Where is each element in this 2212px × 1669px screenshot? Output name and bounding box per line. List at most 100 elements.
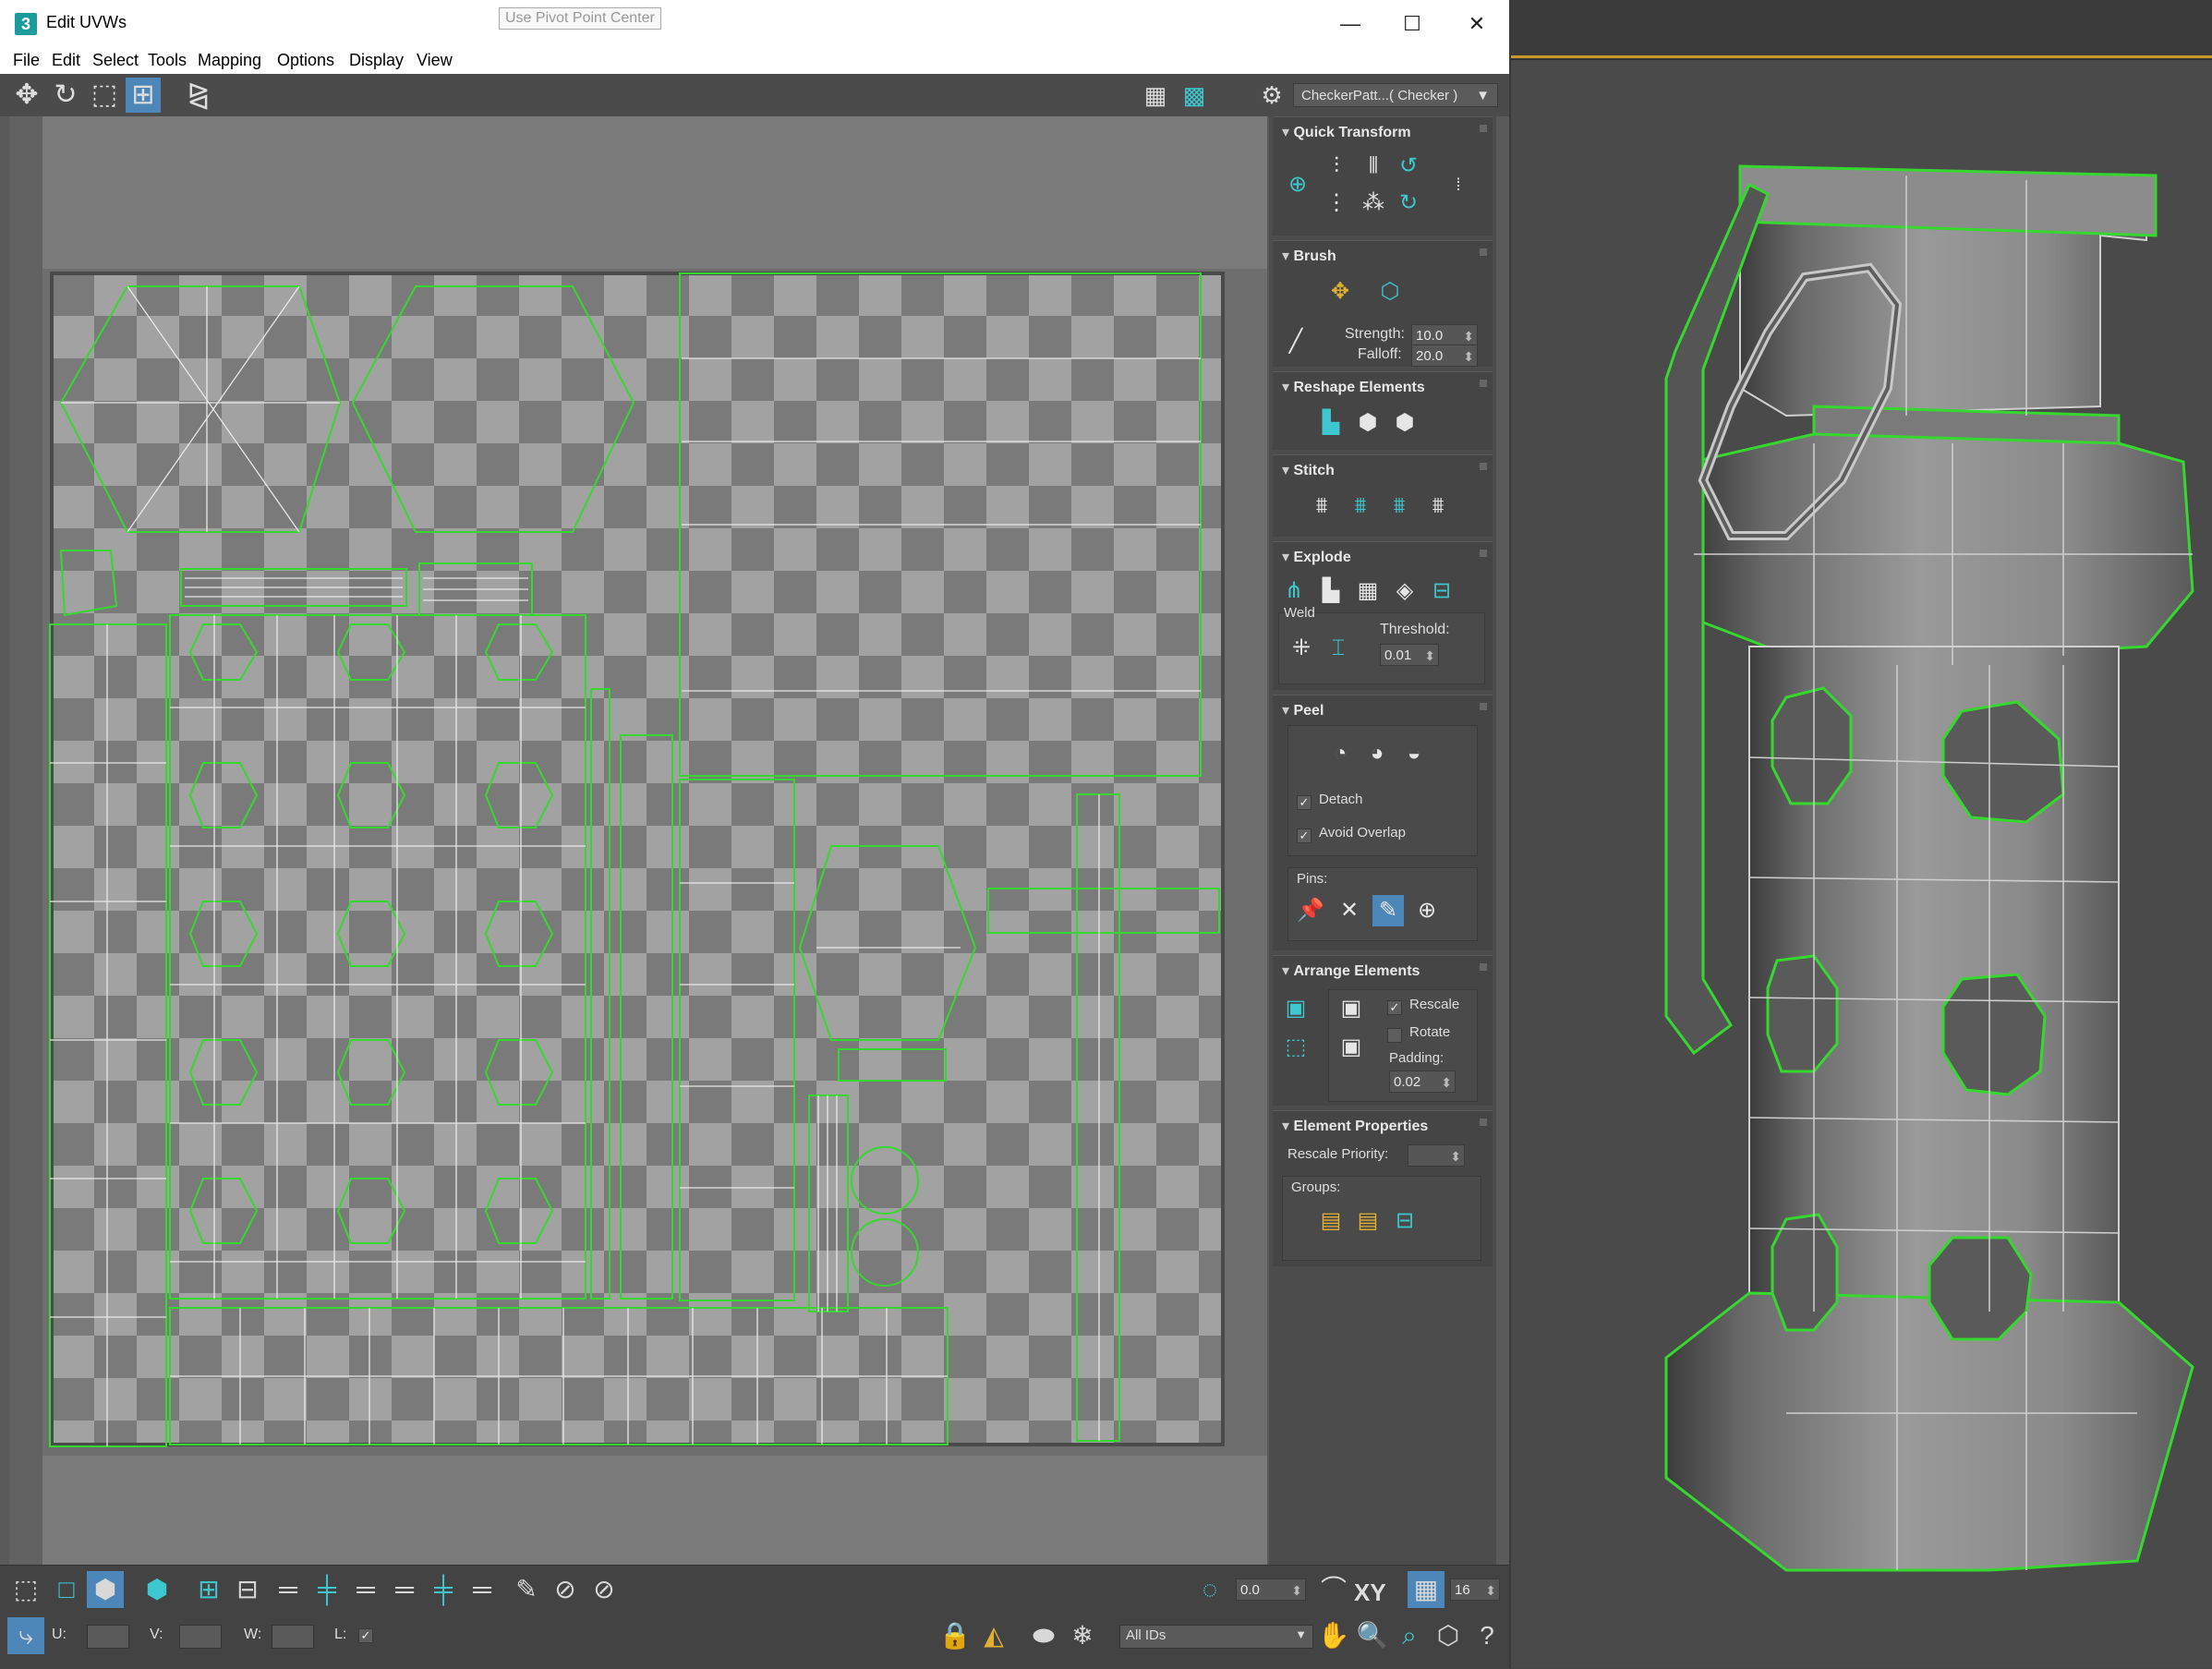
- flatten-settings-icon[interactable]: ⊟: [1426, 575, 1457, 607]
- freeze-icon[interactable]: ❄: [1064, 1617, 1101, 1654]
- freeform-icon[interactable]: ⊞: [126, 78, 161, 113]
- falloff-spinner[interactable]: 20.0: [1411, 345, 1478, 368]
- u-field[interactable]: [87, 1625, 129, 1649]
- menu-select[interactable]: Select: [92, 51, 139, 70]
- lock-selection-icon[interactable]: 🔒: [937, 1617, 973, 1654]
- menu-edit[interactable]: Edit: [52, 51, 80, 70]
- quick-peel-icon[interactable]: ◔: [1324, 738, 1356, 769]
- rescale-checkbox[interactable]: ✓: [1387, 1000, 1402, 1015]
- rotate-checkbox[interactable]: [1387, 1028, 1402, 1043]
- texture-dropdown[interactable]: CheckerPatt...( Checker ) ▼: [1293, 83, 1498, 107]
- zoom-region-icon[interactable]: ⌕: [1391, 1617, 1428, 1654]
- paint-grow-icon[interactable]: ⊘: [547, 1571, 584, 1608]
- v-field[interactable]: [179, 1625, 222, 1649]
- stitch-title[interactable]: Stitch: [1282, 461, 1334, 479]
- select-group-icon[interactable]: ⊟: [1389, 1205, 1420, 1237]
- move-icon[interactable]: ✥: [9, 78, 44, 113]
- menu-view[interactable]: View: [417, 51, 453, 70]
- relax-settings-icon[interactable]: ⬢: [1389, 407, 1420, 439]
- l-checkbox[interactable]: ✓: [358, 1628, 373, 1643]
- help-icon[interactable]: ?: [1469, 1617, 1505, 1654]
- flatten-by-angle-icon[interactable]: ▙: [1315, 575, 1347, 607]
- checker-toggle-icon[interactable]: ▦: [1138, 78, 1173, 113]
- select-pins-icon[interactable]: ⊕: [1411, 895, 1443, 926]
- menu-mapping[interactable]: Mapping: [198, 51, 261, 70]
- rotate-icon[interactable]: ↻: [48, 78, 83, 113]
- paint-shrink-icon[interactable]: ⊘: [586, 1571, 623, 1608]
- peel-title[interactable]: Peel: [1282, 701, 1324, 720]
- shrink-selection-icon[interactable]: ⊟: [229, 1571, 266, 1608]
- hide-icon[interactable]: ⬬: [1025, 1617, 1062, 1654]
- pack-custom-icon[interactable]: ▣: [1336, 993, 1367, 1024]
- maximize-button[interactable]: ☐: [1387, 6, 1437, 42]
- reset-peel-icon[interactable]: ◒: [1398, 738, 1430, 769]
- pack-settings-icon[interactable]: ▣: [1336, 1032, 1367, 1063]
- pack-normalize-icon[interactable]: ▣: [1280, 993, 1311, 1024]
- mirror-icon[interactable]: ⧎: [181, 78, 216, 113]
- loop-icon[interactable]: ═: [270, 1571, 307, 1608]
- minimize-button[interactable]: —: [1325, 6, 1375, 42]
- edge-mode-icon[interactable]: □: [48, 1571, 85, 1608]
- uv-editor-canvas[interactable]: [9, 116, 1267, 1566]
- menu-options[interactable]: Options: [277, 51, 334, 70]
- arrange-title[interactable]: Arrange Elements: [1282, 961, 1420, 980]
- scale-icon[interactable]: ⬚: [87, 78, 122, 113]
- element-mode-icon[interactable]: ⬢: [139, 1571, 175, 1608]
- snap-curve-icon[interactable]: ⌒: [1315, 1571, 1352, 1608]
- stitch-source-icon[interactable]: ⩩: [1345, 490, 1376, 522]
- loop-shrink-icon[interactable]: ═: [347, 1571, 384, 1608]
- grid-spinner[interactable]: 16: [1450, 1578, 1500, 1602]
- element-properties-title[interactable]: Element Properties: [1282, 1117, 1428, 1135]
- stitch-average-icon[interactable]: ⩩: [1422, 490, 1454, 522]
- explode-title[interactable]: Explode: [1282, 548, 1350, 566]
- align-vertical-icon[interactable]: ⋮: [1321, 187, 1352, 219]
- zoom-extents-icon[interactable]: ⬡: [1430, 1617, 1467, 1654]
- quick-transform-title[interactable]: Quick Transform: [1282, 123, 1410, 141]
- show-map-icon[interactable]: ▩: [1177, 78, 1212, 113]
- paint-select-icon[interactable]: ✎: [508, 1571, 545, 1608]
- relax-brush-icon[interactable]: ⬡: [1374, 276, 1406, 308]
- stitch-custom-icon[interactable]: ⩩: [1306, 490, 1337, 522]
- menu-tools[interactable]: Tools: [148, 51, 187, 70]
- pin-selected-icon[interactable]: 📌: [1295, 895, 1326, 926]
- align-center-icon[interactable]: ⊕: [1282, 169, 1313, 200]
- paint-move-icon[interactable]: ✥: [1324, 276, 1356, 308]
- relax-icon[interactable]: ⬢: [1352, 407, 1384, 439]
- space-vertical-icon[interactable]: ⦀: [1358, 151, 1389, 182]
- texture-settings-icon[interactable]: ⚙: [1254, 78, 1289, 113]
- transform-mode-icon[interactable]: ⤷: [7, 1617, 44, 1654]
- group-selected-icon[interactable]: ▤: [1315, 1205, 1347, 1237]
- ring-icon[interactable]: ═: [386, 1571, 423, 1608]
- align-horizontal-icon[interactable]: ⫶: [1321, 151, 1352, 182]
- threshold-spinner[interactable]: 0.01: [1380, 644, 1439, 667]
- grow-selection-icon[interactable]: ⊞: [190, 1571, 227, 1608]
- pan-icon[interactable]: ✋: [1315, 1617, 1352, 1654]
- grid-snap-icon[interactable]: ▦: [1408, 1571, 1444, 1608]
- rotate-cw-icon[interactable]: ↻: [1393, 187, 1424, 219]
- loop-grow-icon[interactable]: ╪: [308, 1571, 345, 1608]
- unpin-icon[interactable]: ✕: [1334, 895, 1365, 926]
- xy-toggle[interactable]: XY: [1354, 1578, 1386, 1607]
- stitch-target-icon[interactable]: ⩩: [1384, 490, 1415, 522]
- pack-together-icon[interactable]: ⬚: [1280, 1032, 1311, 1063]
- ring-grow-icon[interactable]: ╪: [425, 1571, 462, 1608]
- padding-spinner[interactable]: 0.02: [1389, 1070, 1456, 1094]
- auto-pin-icon[interactable]: ✎: [1372, 895, 1404, 926]
- close-button[interactable]: ✕: [1452, 6, 1502, 42]
- brush-line-icon[interactable]: ╱: [1280, 326, 1311, 357]
- reshape-title[interactable]: Reshape Elements: [1282, 378, 1424, 396]
- straighten-icon[interactable]: ▙: [1315, 407, 1347, 439]
- linear-align-icon[interactable]: ⁂: [1358, 187, 1389, 219]
- space-options-icon[interactable]: ⁞: [1443, 169, 1474, 200]
- rotation-spinner[interactable]: 0.0: [1236, 1578, 1306, 1602]
- detach-checkbox[interactable]: ✓: [1297, 795, 1311, 810]
- weld-all-icon[interactable]: ⌶: [1323, 633, 1354, 664]
- brush-title[interactable]: Brush: [1282, 247, 1336, 265]
- break-icon[interactable]: ⋔: [1278, 575, 1310, 607]
- flatten-by-smoothing-icon[interactable]: ▦: [1352, 575, 1384, 607]
- w-field[interactable]: [272, 1625, 314, 1649]
- zoom-icon[interactable]: 🔍: [1354, 1617, 1391, 1654]
- rotate-ccw-icon[interactable]: ↺: [1393, 151, 1424, 182]
- menu-display[interactable]: Display: [349, 51, 404, 70]
- rotation-pivot-icon[interactable]: ◌: [1191, 1571, 1228, 1608]
